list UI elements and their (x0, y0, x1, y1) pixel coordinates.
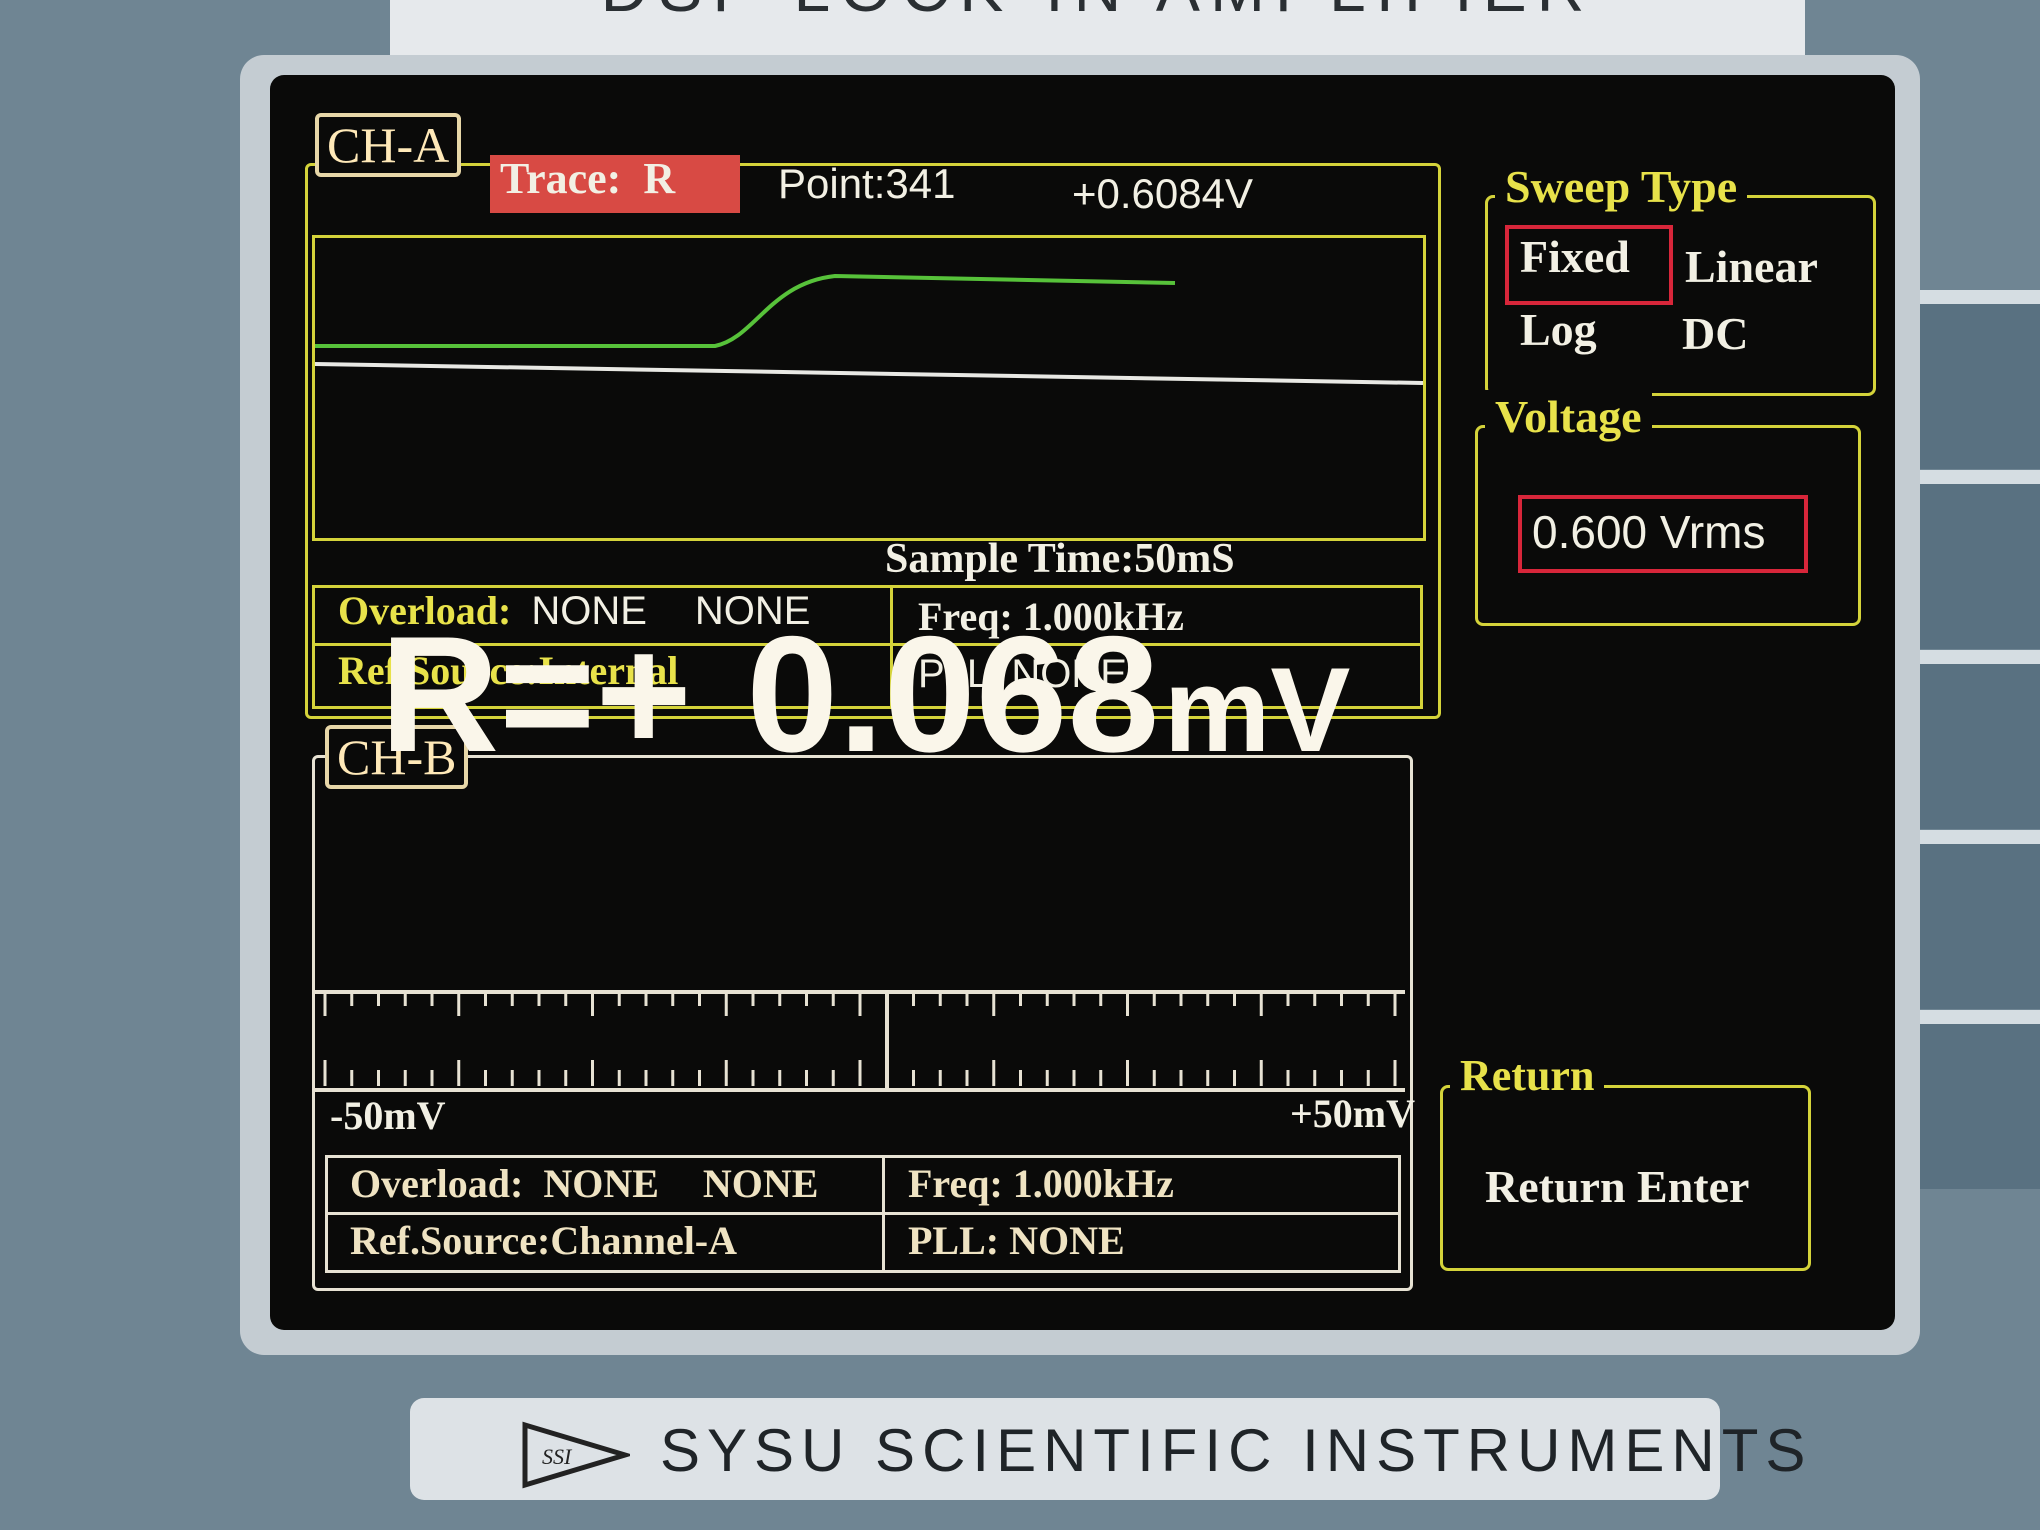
soft-key-4[interactable] (1900, 830, 2040, 1009)
ssi-logo-icon: SSI (522, 1421, 630, 1489)
scale-min-label: -50mV (330, 1093, 446, 1138)
soft-key-5[interactable] (1900, 1010, 2040, 1189)
point-readout: Point:341 (778, 160, 956, 207)
trace-baseline (315, 362, 1423, 385)
device-top-label: DSP LOCK-IN AMPLIFIER (390, 0, 1805, 26)
readout-prefix: R=+ (380, 602, 692, 786)
ch-a-voltage-readout: +0.6084V (1072, 170, 1254, 217)
brand-name: SYSU SCIENTIFIC INSTRUMENTS (660, 1417, 1813, 1484)
scale-max-label: +50mV (1290, 1091, 1415, 1136)
trace-value: R (643, 154, 676, 203)
logo-text: SSI (542, 1444, 573, 1469)
readout-value: 0.068 (746, 602, 1160, 786)
ch-a-tag: CH-A (315, 113, 462, 177)
ch-b-pll: PLL: NONE (908, 1218, 1125, 1263)
sample-time: Sample Time:50mS (885, 536, 1235, 582)
lcd-screen: CH-A Trace: R Point:341 +0.6084V Sample T… (270, 75, 1895, 1330)
soft-key-3[interactable] (1900, 650, 2040, 829)
trace-plot-svg (315, 273, 1423, 385)
trace-plot (312, 235, 1426, 541)
brand-strip: SSI SYSU SCIENTIFIC INSTRUMENTS (410, 1398, 1805, 1500)
ch-b-overload: Overload: NONE NONE (350, 1160, 818, 1207)
analog-scale (323, 994, 1397, 1086)
ch-b-status-divider-v (882, 1155, 885, 1271)
trace-label: Trace: (500, 154, 622, 203)
sweep-option-fixed[interactable]: Fixed (1520, 230, 1630, 283)
soft-key-1[interactable] (1900, 290, 2040, 469)
voltage-value-box[interactable]: 0.600 Vrms (1518, 495, 1808, 573)
trace-selector[interactable]: Trace: R (500, 153, 675, 204)
ch-b-freq: Freq: 1.000kHz (908, 1161, 1174, 1206)
return-enter-button[interactable]: Return Enter (1485, 1160, 1749, 1213)
sweep-option-log[interactable]: Log (1520, 303, 1597, 356)
sweep-option-dc[interactable]: DC (1682, 307, 1748, 360)
soft-key-2[interactable] (1900, 470, 2040, 649)
ch-b-overload-2: NONE (702, 1161, 819, 1206)
ch-b-overload-1: NONE (543, 1161, 659, 1206)
trace-r-line (315, 273, 1176, 348)
voltage-title: Voltage (1485, 390, 1652, 443)
ch-b-ref-source: Ref.Source:Channel-A (350, 1218, 738, 1263)
return-title: Return (1450, 1050, 1605, 1101)
readout-unit: mV (1163, 643, 1351, 777)
ch-b-status-divider-h (325, 1212, 1400, 1215)
ch-b-overload-label: Overload: (350, 1161, 524, 1206)
voltage-value: 0.600 Vrms (1532, 506, 1766, 558)
sweep-type-title: Sweep Type (1495, 160, 1748, 213)
ch-b-readout: R=+ 0.068 mV (380, 600, 1350, 789)
sweep-option-linear[interactable]: Linear (1685, 240, 1818, 293)
